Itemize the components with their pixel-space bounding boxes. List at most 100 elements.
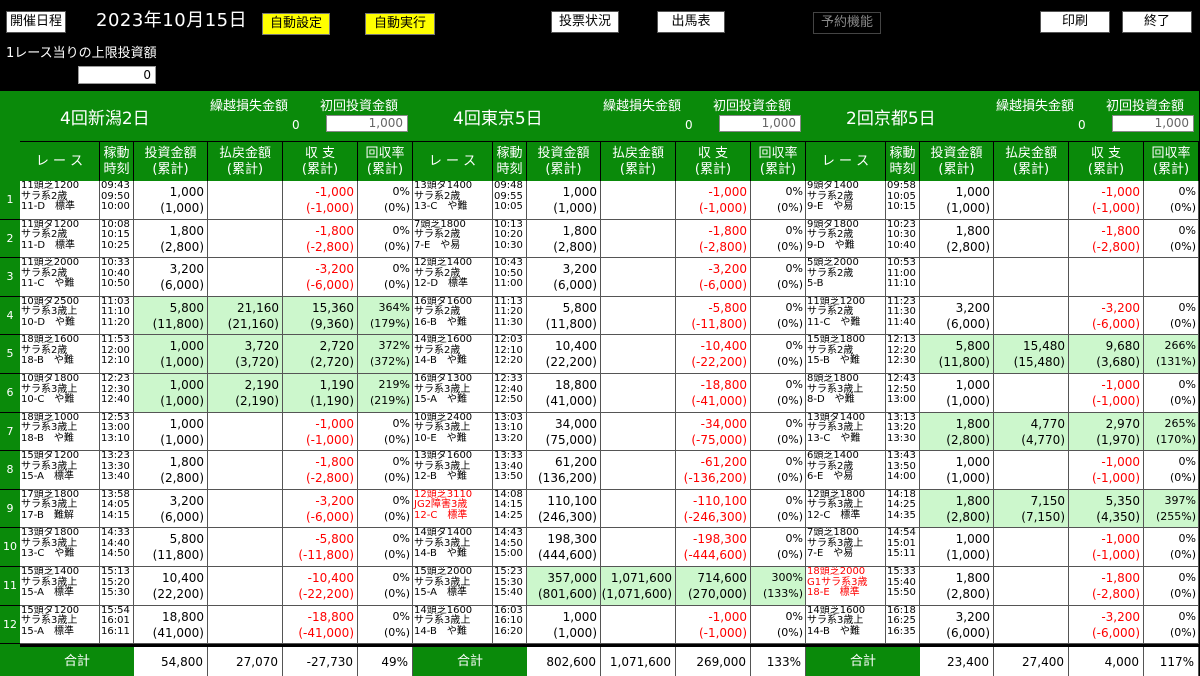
- race-info[interactable]: 15頭芝2000 サラ系3歳上 15-A 標準: [413, 567, 493, 606]
- recovery-rate-cumulative: (131%): [1155, 355, 1196, 369]
- row-number: 12: [0, 605, 20, 645]
- race-info[interactable]: 15頭ダ1200 サラ系3歳上 15-A 標準: [20, 451, 100, 490]
- race-info[interactable]: 13頭ダ1600 サラ系3歳上 12-B や難: [413, 451, 493, 490]
- refund-amount-cumulative: [208, 625, 279, 641]
- race-info[interactable]: 15頭芝1400 サラ系3歳上 15-A 標準: [20, 567, 100, 606]
- balance-amount: -3,200 (-6,000): [676, 258, 751, 297]
- race-info[interactable]: 12頭芝1400 サラ系2歳 12-D 標準: [413, 258, 493, 297]
- race-info[interactable]: 14頭芝1600 サラ系2歳 14-B や難: [413, 335, 493, 374]
- race-info[interactable]: 12頭芝3110 JG2障害3歳 12-C 標準: [413, 489, 493, 529]
- refund-amount-value: [208, 261, 279, 277]
- refund-amount-cumulative: [208, 509, 279, 525]
- race-info[interactable]: 13頭ダ1400 サラ系3歳上 13-C や難: [806, 412, 886, 452]
- auto-exec-button[interactable]: 自動実行: [365, 13, 435, 35]
- race-times: 14:33 14:40 14:50: [100, 528, 134, 567]
- invest-amount: 1,800 (2,800): [920, 489, 994, 529]
- race-info[interactable]: 18頭芝2000 G1サラ系3歳 18-E 標準: [806, 567, 886, 606]
- time-line: 12:20: [494, 355, 523, 367]
- refund-amount-value: [601, 493, 672, 509]
- initial-invest-input[interactable]: 1,000: [1112, 115, 1194, 132]
- balance-amount-cumulative: (-1,000): [305, 201, 354, 215]
- exit-button[interactable]: 終了: [1122, 11, 1192, 33]
- total-rate: 117%: [1144, 647, 1199, 676]
- race-times: 10:33 10:40 10:50: [100, 258, 134, 297]
- invest-amount-value: 1,000: [955, 455, 990, 470]
- race-info[interactable]: 17頭芝1800 サラ系3歳上 17-B 難解: [20, 489, 100, 529]
- race-info[interactable]: 13頭ダ1800 サラ系3歳上 13-C や難: [20, 528, 100, 567]
- race-info[interactable]: 15頭ダ1200 サラ系3歳上 15-A 標準: [20, 605, 100, 645]
- refund-amount: 4,770 (4,770): [994, 412, 1069, 452]
- invest-amount-cumulative: (2,800): [946, 432, 990, 447]
- race-info[interactable]: 7頭芝1800 サラ系3歳上 7-E や易: [806, 528, 886, 567]
- balance-amount: -1,800 (-2,800): [1069, 567, 1144, 606]
- race-info[interactable]: 11頭芝2000 サラ系2歳 11-C や難: [20, 258, 100, 297]
- entries-button[interactable]: 出馬表: [657, 11, 725, 33]
- recovery-rate-value: 266%: [1164, 339, 1196, 353]
- initial-invest-input[interactable]: 1,000: [719, 115, 801, 132]
- race-info[interactable]: 16頭ダ1600 サラ系2歳 16-B や難: [413, 296, 493, 336]
- vote-status-button[interactable]: 投票状況: [551, 11, 619, 33]
- race-info[interactable]: 18頭芝1000 サラ系3歳上 18-B や難: [20, 412, 100, 452]
- recovery-rate-cumulative: (0%): [776, 201, 803, 214]
- invest-amount-value: 5,800: [955, 339, 990, 354]
- balance-amount-cumulative: (-2,800): [305, 239, 354, 254]
- time-line: 13:30: [887, 432, 916, 444]
- total-invest: 54,800: [134, 647, 208, 676]
- race-info[interactable]: 11頭ダ1200 サラ系2歳 11-D 標準: [20, 219, 100, 259]
- auto-setting-button[interactable]: 自動設定: [262, 13, 330, 35]
- balance-amount: -1,800 (-2,800): [1069, 219, 1144, 259]
- initial-invest-input[interactable]: 1,000: [326, 115, 408, 132]
- recovery-rate: 0% (0%): [1144, 605, 1199, 645]
- refund-amount-value: [601, 223, 672, 239]
- recovery-rate-cumulative: (0%): [1169, 316, 1196, 330]
- race-info[interactable]: 13頭ダ1400 サラ系2歳 13-C や難: [413, 181, 493, 220]
- race-info[interactable]: 9頭ダ1400 サラ系2歳 9-E や易: [806, 181, 886, 220]
- recovery-rate-cumulative: (0%): [776, 509, 803, 523]
- race-info[interactable]: 10頭ダ1800 サラ系3歳上 10-C や難: [20, 374, 100, 413]
- race-info[interactable]: 10頭芝2400 サラ系3歳上 10-E や難: [413, 412, 493, 452]
- recovery-rate: 0% (0%): [358, 181, 413, 220]
- total-refund: 27,070: [208, 647, 283, 676]
- race-info[interactable]: 18頭芝1600 サラ系2歳 18-B や難: [20, 335, 100, 374]
- race-info[interactable]: 10頭ダ2500 サラ系3歳上 10-D や難: [20, 296, 100, 336]
- race-info[interactable]: 16頭ダ1300 サラ系3歳上 15-A や難: [413, 374, 493, 413]
- race-info[interactable]: 6頭芝1400 サラ系2歳 6-E や易: [806, 451, 886, 490]
- race-info[interactable]: 5頭芝2000 サラ系2歳 5-B: [806, 258, 886, 297]
- recovery-rate-value: 0%: [392, 571, 410, 584]
- refund-amount-value: 2,190: [244, 378, 279, 392]
- refund-amount: [601, 335, 676, 374]
- reservation-button[interactable]: 予約機能: [813, 12, 881, 34]
- race-info[interactable]: 11頭芝1200 サラ系2歳 11-D 標準: [20, 181, 100, 220]
- balance-amount: -18,800 (-41,000): [283, 605, 358, 645]
- print-button[interactable]: 印刷: [1040, 11, 1110, 33]
- recovery-rate-cumulative: (0%): [1169, 471, 1196, 485]
- race-info[interactable]: 8頭芝1800 サラ系3歳上 8-D や難: [806, 374, 886, 413]
- time-line: 10:50: [101, 278, 130, 290]
- recovery-rate: 0% (0%): [358, 567, 413, 606]
- race-info[interactable]: 7頭芝1800 サラ系2歳 7-E や易: [413, 219, 493, 259]
- time-line: 14:50: [101, 548, 130, 560]
- race-info[interactable]: 12頭芝1800 サラ系3歳上 12-C 標準: [806, 489, 886, 529]
- time-line: 15:50: [887, 587, 916, 598]
- refund-amount-value: 7,150: [1030, 493, 1065, 508]
- refund-amount-value: [601, 609, 672, 625]
- race-info[interactable]: 11頭芝1200 サラ系2歳 11-C や難: [806, 296, 886, 336]
- balance-amount: -1,000 (-1,000): [1069, 451, 1144, 490]
- invest-amount: 18,800 (41,000): [134, 605, 208, 645]
- balance-amount-value: -1,800: [315, 223, 354, 238]
- recovery-rate-value: 364%: [378, 300, 410, 314]
- race-info[interactable]: 14頭芝1600 サラ系3歳上 14-B や難: [413, 605, 493, 645]
- race-info[interactable]: 9頭ダ1800 サラ系2歳 9-D や難: [806, 219, 886, 259]
- race-line: 14-B や難: [807, 625, 860, 637]
- balance-amount-value: -3,200: [1101, 609, 1140, 624]
- race-info[interactable]: 15頭芝1800 サラ系2歳 15-B や難: [806, 335, 886, 374]
- limit-input[interactable]: 0: [78, 66, 156, 84]
- recovery-rate: 0% (0%): [1144, 219, 1199, 259]
- recovery-rate: 0% (0%): [751, 412, 806, 452]
- schedule-button[interactable]: 開催日程: [6, 11, 66, 33]
- race-info[interactable]: 14頭ダ1400 サラ系3歳上 14-B や難: [413, 528, 493, 567]
- invest-amount: 1,800 (2,800): [920, 567, 994, 606]
- race-info[interactable]: 14頭芝1600 サラ系3歳上 14-B や難: [806, 605, 886, 645]
- race-times: 15:13 15:20 15:30: [100, 567, 134, 606]
- carry-loss-label: 繰越損失金額: [996, 99, 1075, 114]
